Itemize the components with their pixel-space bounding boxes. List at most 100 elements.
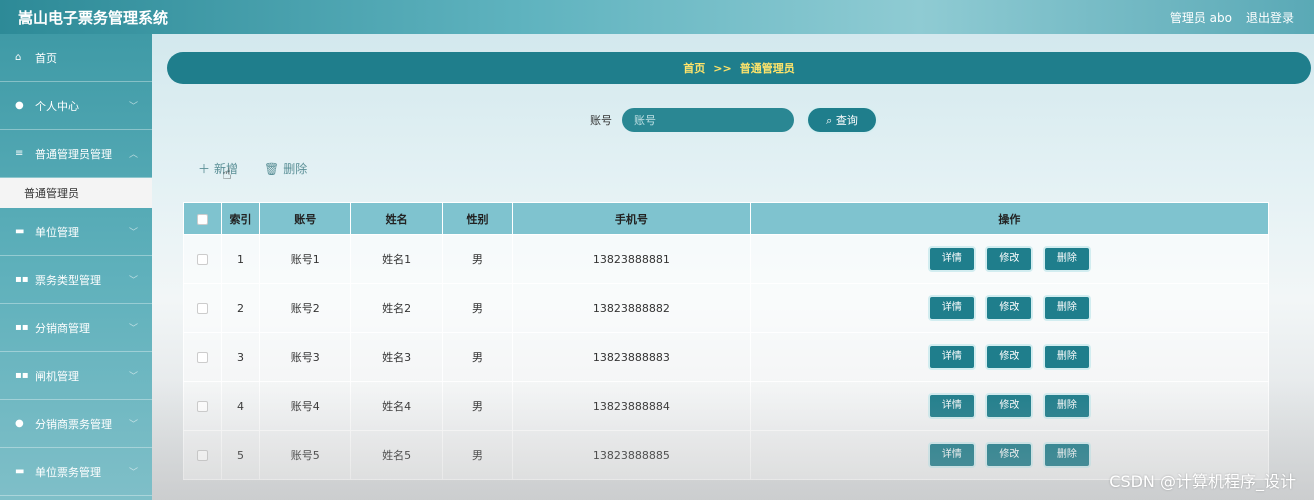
row-checkbox[interactable] — [183, 430, 222, 480]
cell-actions: 详情 修改 删除 — [749, 332, 1270, 382]
search-bar: 账号 ⌕ 查询 — [590, 108, 876, 132]
column-header: 操作 — [749, 202, 1270, 235]
row-delete-button[interactable]: 删除 — [1044, 248, 1089, 270]
sidebar-item-unit-ticket[interactable]: ▬ 单位票务管理 ﹀ — [0, 448, 152, 496]
cell-phone: 13823888884 — [512, 381, 751, 431]
chevron-down-icon: ﹀ — [128, 102, 138, 112]
cell-gender: 男 — [441, 430, 514, 480]
chevron-down-icon: ﹀ — [128, 468, 138, 478]
cell-index: 1 — [221, 234, 260, 284]
chevron-down-icon: ﹀ — [128, 420, 138, 430]
sidebar-item-label: 分销商票务管理 — [35, 417, 112, 431]
sidebar-item-admin-management[interactable]: ≡ 普通管理员管理 ︿ — [0, 130, 152, 178]
sidebar-item-label: 单位票务管理 — [35, 465, 101, 479]
sidebar-item-label: 闸机管理 — [35, 369, 79, 383]
delete-button[interactable]: 🗑 删除 — [264, 160, 307, 177]
comment-icon: ▬ — [15, 466, 25, 477]
edit-button[interactable]: 修改 — [987, 297, 1032, 319]
detail-button[interactable]: 详情 — [929, 395, 974, 417]
sidebar-item-label: 票务类型管理 — [35, 273, 101, 287]
select-all-checkbox[interactable] — [183, 202, 222, 235]
chevron-down-icon: ﹀ — [128, 372, 138, 382]
detail-button[interactable]: 详情 — [929, 248, 974, 270]
chevron-down-icon: ﹀ — [128, 324, 138, 334]
breadcrumb: 首页 >> 普通管理员 — [167, 52, 1311, 84]
edit-button[interactable]: 修改 — [987, 395, 1032, 417]
hand-cursor-icon: ☝ — [222, 164, 232, 183]
sidebar-item-label: 个人中心 — [35, 99, 79, 113]
edit-button[interactable]: 修改 — [987, 248, 1032, 270]
sidebar-item-label: 首页 — [35, 51, 57, 65]
row-delete-button[interactable]: 删除 — [1044, 395, 1089, 417]
cell-actions: 详情 修改 删除 — [749, 381, 1270, 431]
edit-button[interactable]: 修改 — [987, 444, 1032, 466]
column-header: 姓名 — [350, 202, 443, 235]
search-button-label: 查询 — [835, 114, 858, 127]
sidebar-item-label: 单位管理 — [35, 225, 79, 239]
row-checkbox[interactable] — [183, 381, 222, 431]
row-checkbox[interactable] — [183, 332, 222, 382]
cell-name: 姓名2 — [350, 283, 443, 333]
edit-button[interactable]: 修改 — [987, 346, 1032, 368]
cell-name: 姓名1 — [350, 234, 443, 284]
cell-phone: 13823888882 — [512, 283, 751, 333]
sidebar-item-profile[interactable]: ● 个人中心 ﹀ — [0, 82, 152, 130]
sidebar-item-ticket-type[interactable]: ▪▪ 票务类型管理 ﹀ — [0, 256, 152, 304]
cell-index: 2 — [221, 283, 260, 333]
row-delete-button[interactable]: 删除 — [1044, 444, 1089, 466]
plus-icon: ＋ — [198, 162, 211, 176]
table-row: 1 账号1 姓名1 男 13823888881 详情 修改 删除 — [183, 234, 1270, 284]
cell-name: 姓名4 — [350, 381, 443, 431]
delete-button-label: 删除 — [283, 162, 308, 176]
sidebar-item-unit[interactable]: ▬ 单位管理 ﹀ — [0, 208, 152, 256]
top-bar: 嵩山电子票务管理系统 管理员 abo 退出登录 — [0, 0, 1314, 34]
column-header: 索引 — [221, 202, 260, 235]
cell-actions: 详情 修改 删除 — [749, 283, 1270, 333]
grid-icon: ▪▪ — [15, 370, 29, 381]
toolbar: ＋ 新增 🗑 删除 — [198, 160, 307, 177]
sidebar-item-label: 普通管理员管理 — [35, 147, 112, 161]
detail-button[interactable]: 详情 — [929, 444, 974, 466]
detail-button[interactable]: 详情 — [929, 346, 974, 368]
cell-account: 账号4 — [258, 381, 352, 431]
cell-name: 姓名5 — [350, 430, 443, 480]
sidebar-subitem-admin[interactable]: 普通管理员 — [0, 178, 152, 208]
breadcrumb-current: 普通管理员 — [739, 62, 795, 75]
column-header: 账号 — [258, 202, 352, 235]
column-header: 性别 — [441, 202, 514, 235]
cell-account: 账号2 — [258, 283, 352, 333]
cell-account: 账号5 — [258, 430, 352, 480]
monitor-icon: ▬ — [15, 226, 25, 237]
sidebar-item-distributor-ticket[interactable]: ● 分销商票务管理 ﹀ — [0, 400, 152, 448]
breadcrumb-home[interactable]: 首页 — [683, 60, 705, 76]
row-checkbox[interactable] — [183, 283, 222, 333]
cell-name: 姓名3 — [350, 332, 443, 382]
detail-button[interactable]: 详情 — [929, 297, 974, 319]
cell-gender: 男 — [441, 332, 514, 382]
table-row: 2 账号2 姓名2 男 13823888882 详情 修改 删除 — [183, 283, 1270, 333]
table-header-row: 索引 账号 姓名 性别 手机号 操作 — [183, 202, 1270, 235]
row-delete-button[interactable]: 删除 — [1044, 297, 1089, 319]
logout-link[interactable]: 退出登录 — [1246, 9, 1294, 26]
cell-account: 账号3 — [258, 332, 352, 382]
row-delete-button[interactable]: 删除 — [1044, 346, 1089, 368]
add-button[interactable]: ＋ 新增 — [198, 160, 238, 177]
search-input[interactable] — [622, 108, 794, 132]
app-title: 嵩山电子票务管理系统 — [18, 8, 169, 27]
sidebar-item-home[interactable]: ⌂ 首页 — [0, 34, 152, 82]
sidebar-item-gate[interactable]: ▪▪ 闸机管理 ﹀ — [0, 352, 152, 400]
search-button[interactable]: ⌕ 查询 — [808, 108, 876, 132]
breadcrumb-separator: >> — [713, 61, 732, 75]
sidebar-item-distributor[interactable]: ▪▪ 分销商管理 ﹀ — [0, 304, 152, 352]
cell-index: 5 — [221, 430, 260, 480]
table-row: 3 账号3 姓名3 男 13823888883 详情 修改 删除 — [183, 332, 1270, 382]
table-row: 5 账号5 姓名5 男 13823888885 详情 修改 删除 — [183, 430, 1270, 480]
watermark: CSDN @计算机程序_设计 — [1109, 472, 1296, 491]
cell-account: 账号1 — [258, 234, 352, 284]
data-table: 索引 账号 姓名 性别 手机号 操作 1 账号1 姓名1 男 138238888… — [183, 202, 1270, 480]
cell-index: 3 — [221, 332, 260, 382]
pin-icon: ● — [15, 418, 24, 429]
chevron-down-icon: ﹀ — [128, 228, 138, 238]
cell-phone: 13823888885 — [512, 430, 751, 480]
row-checkbox[interactable] — [183, 234, 222, 284]
